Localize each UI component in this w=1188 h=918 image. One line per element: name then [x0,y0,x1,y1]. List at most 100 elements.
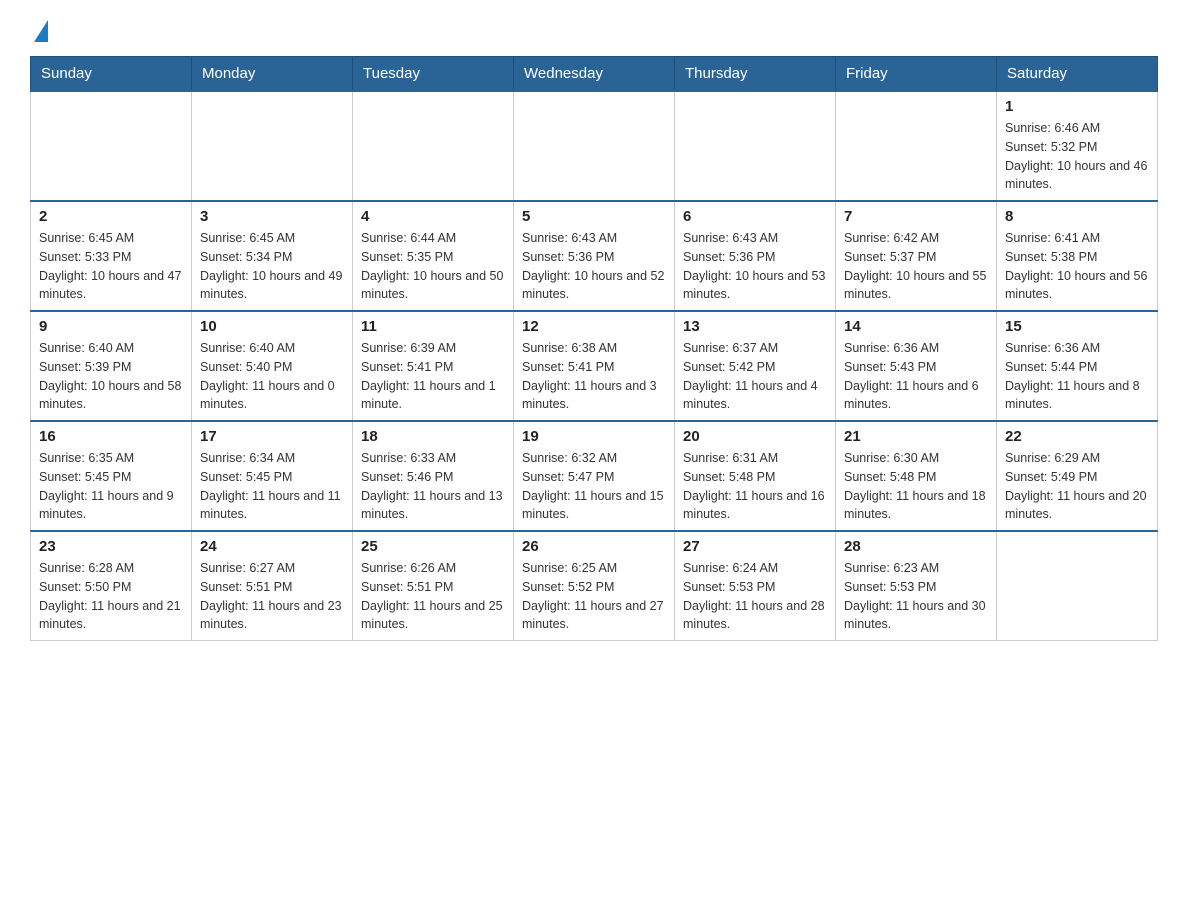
day-of-week-header: Saturday [997,57,1158,92]
calendar-day-cell [997,531,1158,641]
page-header [30,20,1158,40]
day-info: Sunrise: 6:27 AMSunset: 5:51 PMDaylight:… [200,559,344,634]
day-of-week-header: Wednesday [514,57,675,92]
calendar-day-cell: 24 Sunrise: 6:27 AMSunset: 5:51 PMDayligh… [192,531,353,641]
calendar-day-cell: 25 Sunrise: 6:26 AMSunset: 5:51 PMDayligh… [353,531,514,641]
day-info: Sunrise: 6:25 AMSunset: 5:52 PMDaylight:… [522,559,666,634]
calendar-day-cell: 7 Sunrise: 6:42 AMSunset: 5:37 PMDaylight… [836,201,997,311]
day-info: Sunrise: 6:37 AMSunset: 5:42 PMDaylight:… [683,339,827,414]
day-number: 24 [200,538,344,555]
calendar-day-cell: 23 Sunrise: 6:28 AMSunset: 5:50 PMDayligh… [31,531,192,641]
day-info: Sunrise: 6:44 AMSunset: 5:35 PMDaylight:… [361,229,505,304]
calendar-day-cell: 17 Sunrise: 6:34 AMSunset: 5:45 PMDayligh… [192,421,353,531]
day-number: 6 [683,208,827,225]
logo [30,20,48,40]
day-info: Sunrise: 6:33 AMSunset: 5:46 PMDaylight:… [361,449,505,524]
day-number: 4 [361,208,505,225]
day-number: 19 [522,428,666,445]
day-of-week-header: Tuesday [353,57,514,92]
calendar-day-cell: 1 Sunrise: 6:46 AMSunset: 5:32 PMDaylight… [997,91,1158,201]
day-info: Sunrise: 6:43 AMSunset: 5:36 PMDaylight:… [522,229,666,304]
day-number: 27 [683,538,827,555]
calendar-day-cell: 20Sunrise: 6:31 AMSunset: 5:48 PMDayligh… [675,421,836,531]
calendar-day-cell: 26 Sunrise: 6:25 AMSunset: 5:52 PMDayligh… [514,531,675,641]
calendar-day-cell: 12 Sunrise: 6:38 AMSunset: 5:41 PMDayligh… [514,311,675,421]
calendar-day-cell: 4 Sunrise: 6:44 AMSunset: 5:35 PMDaylight… [353,201,514,311]
day-number: 1 [1005,98,1149,115]
day-info: Sunrise: 6:45 AMSunset: 5:34 PMDaylight:… [200,229,344,304]
day-number: 11 [361,318,505,335]
day-of-week-header: Friday [836,57,997,92]
calendar-day-cell: 3 Sunrise: 6:45 AMSunset: 5:34 PMDaylight… [192,201,353,311]
calendar-day-cell: 9 Sunrise: 6:40 AMSunset: 5:39 PMDaylight… [31,311,192,421]
day-number: 12 [522,318,666,335]
day-number: 17 [200,428,344,445]
day-number: 23 [39,538,183,555]
calendar-week-row: 16 Sunrise: 6:35 AMSunset: 5:45 PMDayligh… [31,421,1158,531]
calendar-day-cell: 13 Sunrise: 6:37 AMSunset: 5:42 PMDayligh… [675,311,836,421]
calendar-table: SundayMondayTuesdayWednesdayThursdayFrid… [30,56,1158,641]
day-number: 10 [200,318,344,335]
day-info: Sunrise: 6:45 AMSunset: 5:33 PMDaylight:… [39,229,183,304]
day-info: Sunrise: 6:31 AMSunset: 5:48 PMDaylight:… [683,449,827,524]
day-info: Sunrise: 6:38 AMSunset: 5:41 PMDaylight:… [522,339,666,414]
calendar-day-cell: 19 Sunrise: 6:32 AMSunset: 5:47 PMDayligh… [514,421,675,531]
day-number: 16 [39,428,183,445]
calendar-day-cell: 8 Sunrise: 6:41 AMSunset: 5:38 PMDaylight… [997,201,1158,311]
day-info: Sunrise: 6:36 AMSunset: 5:44 PMDaylight:… [1005,339,1149,414]
day-info: Sunrise: 6:28 AMSunset: 5:50 PMDaylight:… [39,559,183,634]
calendar-week-row: 2 Sunrise: 6:45 AMSunset: 5:33 PMDaylight… [31,201,1158,311]
day-number: 8 [1005,208,1149,225]
day-number: 25 [361,538,505,555]
calendar-day-cell [836,91,997,201]
day-number: 5 [522,208,666,225]
day-of-week-header: Thursday [675,57,836,92]
day-number: 21 [844,428,988,445]
calendar-day-cell: 14Sunrise: 6:36 AMSunset: 5:43 PMDayligh… [836,311,997,421]
day-info: Sunrise: 6:40 AMSunset: 5:39 PMDaylight:… [39,339,183,414]
day-of-week-header: Monday [192,57,353,92]
day-info: Sunrise: 6:24 AMSunset: 5:53 PMDaylight:… [683,559,827,634]
day-number: 15 [1005,318,1149,335]
calendar-day-cell: 18 Sunrise: 6:33 AMSunset: 5:46 PMDayligh… [353,421,514,531]
calendar-week-row: 1 Sunrise: 6:46 AMSunset: 5:32 PMDaylight… [31,91,1158,201]
day-info: Sunrise: 6:26 AMSunset: 5:51 PMDaylight:… [361,559,505,634]
calendar-day-cell: 22 Sunrise: 6:29 AMSunset: 5:49 PMDayligh… [997,421,1158,531]
day-number: 13 [683,318,827,335]
calendar-header-row: SundayMondayTuesdayWednesdayThursdayFrid… [31,57,1158,92]
day-info: Sunrise: 6:30 AMSunset: 5:48 PMDaylight:… [844,449,988,524]
calendar-day-cell: 21 Sunrise: 6:30 AMSunset: 5:48 PMDayligh… [836,421,997,531]
day-number: 9 [39,318,183,335]
calendar-day-cell: 27 Sunrise: 6:24 AMSunset: 5:53 PMDayligh… [675,531,836,641]
day-info: Sunrise: 6:40 AMSunset: 5:40 PMDaylight:… [200,339,344,414]
calendar-day-cell: 10 Sunrise: 6:40 AMSunset: 5:40 PMDayligh… [192,311,353,421]
calendar-week-row: 23 Sunrise: 6:28 AMSunset: 5:50 PMDayligh… [31,531,1158,641]
day-of-week-header: Sunday [31,57,192,92]
day-info: Sunrise: 6:46 AMSunset: 5:32 PMDaylight:… [1005,119,1149,194]
day-info: Sunrise: 6:43 AMSunset: 5:36 PMDaylight:… [683,229,827,304]
day-info: Sunrise: 6:29 AMSunset: 5:49 PMDaylight:… [1005,449,1149,524]
day-info: Sunrise: 6:23 AMSunset: 5:53 PMDaylight:… [844,559,988,634]
day-info: Sunrise: 6:35 AMSunset: 5:45 PMDaylight:… [39,449,183,524]
day-number: 26 [522,538,666,555]
day-info: Sunrise: 6:42 AMSunset: 5:37 PMDaylight:… [844,229,988,304]
calendar-day-cell: 28 Sunrise: 6:23 AMSunset: 5:53 PMDayligh… [836,531,997,641]
calendar-day-cell [675,91,836,201]
calendar-day-cell [192,91,353,201]
day-number: 28 [844,538,988,555]
day-number: 2 [39,208,183,225]
calendar-day-cell: 2 Sunrise: 6:45 AMSunset: 5:33 PMDaylight… [31,201,192,311]
day-info: Sunrise: 6:41 AMSunset: 5:38 PMDaylight:… [1005,229,1149,304]
day-number: 14 [844,318,988,335]
day-info: Sunrise: 6:34 AMSunset: 5:45 PMDaylight:… [200,449,344,524]
day-number: 3 [200,208,344,225]
calendar-day-cell: 11Sunrise: 6:39 AMSunset: 5:41 PMDayligh… [353,311,514,421]
calendar-day-cell [514,91,675,201]
day-number: 18 [361,428,505,445]
calendar-week-row: 9 Sunrise: 6:40 AMSunset: 5:39 PMDaylight… [31,311,1158,421]
calendar-day-cell: 16 Sunrise: 6:35 AMSunset: 5:45 PMDayligh… [31,421,192,531]
day-number: 7 [844,208,988,225]
calendar-day-cell [353,91,514,201]
day-number: 22 [1005,428,1149,445]
day-info: Sunrise: 6:32 AMSunset: 5:47 PMDaylight:… [522,449,666,524]
